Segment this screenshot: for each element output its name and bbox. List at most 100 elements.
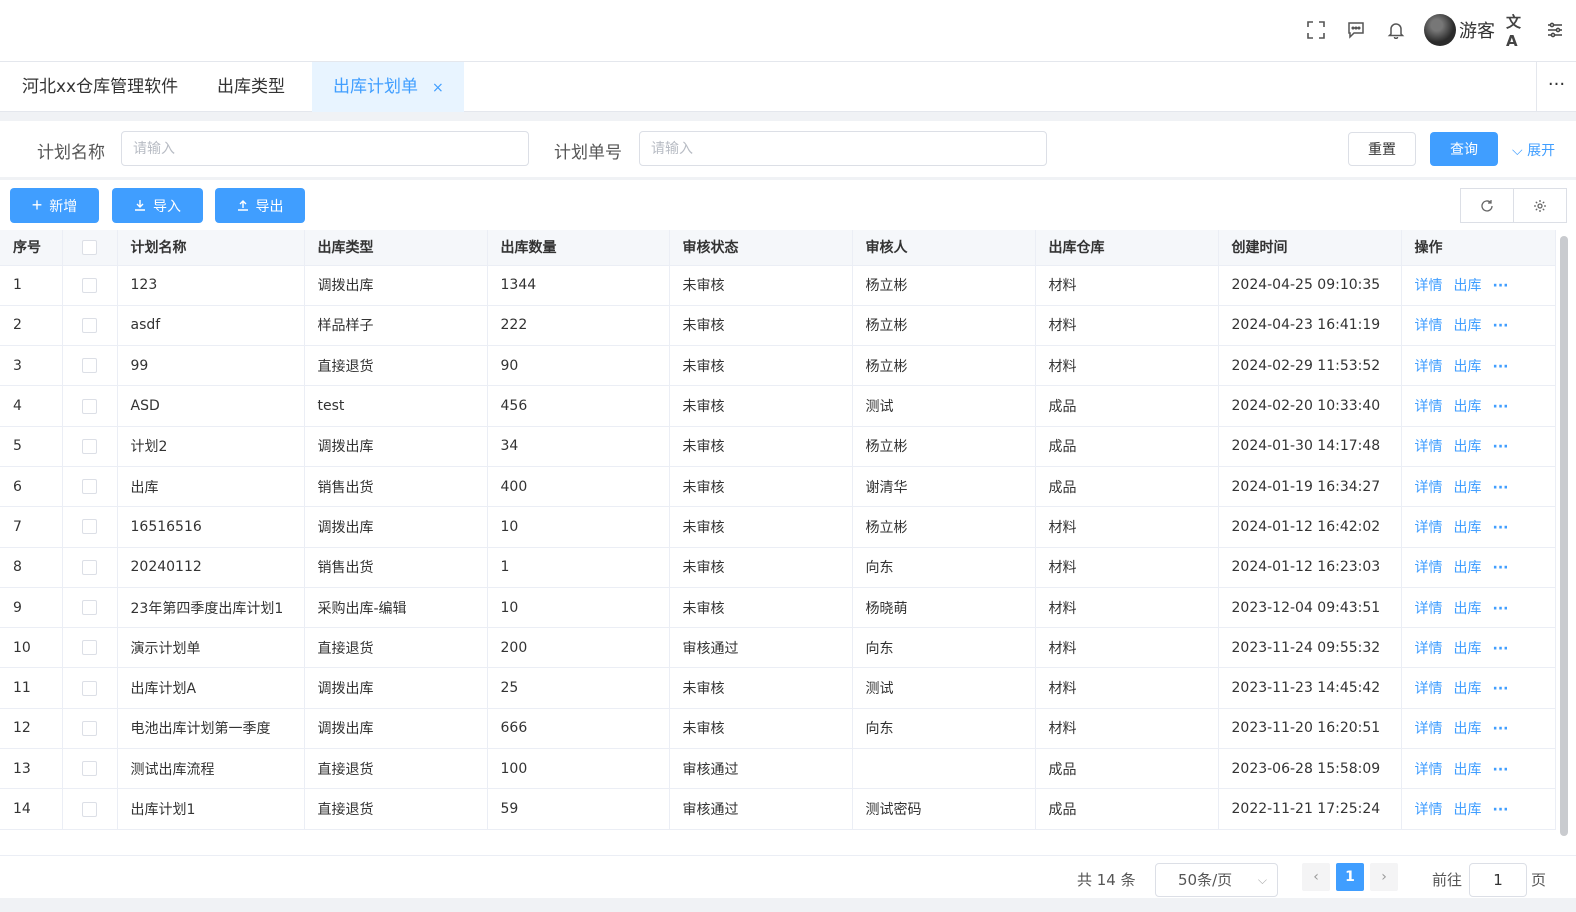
status-cell: 未审核: [669, 547, 853, 588]
select-all-checkbox[interactable]: [62, 230, 118, 266]
outbound-link[interactable]: 出库: [1454, 480, 1482, 496]
plan-name-cell: 出库计划1: [117, 788, 305, 830]
outbound-link[interactable]: 出库: [1454, 641, 1482, 657]
goto-page-input[interactable]: [1469, 863, 1527, 897]
table-row: 7 16516516 调拨出库 10 未审核 杨立彬 材料 2024-01-12 16:42:…: [0, 506, 1556, 548]
next-page-button[interactable]: ›: [1370, 863, 1398, 891]
outbound-link[interactable]: 出库: [1454, 359, 1482, 375]
close-icon[interactable]: ×: [432, 80, 444, 96]
more-actions-icon[interactable]: ···: [1493, 359, 1509, 375]
detail-link[interactable]: 详情: [1415, 439, 1443, 455]
page-size-select[interactable]: 50条/页 ⌵: [1155, 863, 1278, 897]
more-actions-icon[interactable]: ···: [1493, 480, 1509, 496]
tab-outbound-type[interactable]: 出库类型: [217, 62, 285, 112]
detail-link[interactable]: 详情: [1415, 721, 1443, 737]
more-actions-icon[interactable]: ···: [1493, 520, 1509, 536]
row-checkbox[interactable]: [62, 547, 118, 588]
detail-link[interactable]: 详情: [1415, 318, 1443, 334]
more-actions-icon[interactable]: ···: [1493, 318, 1509, 334]
plan-name-cell: 测试出库流程: [117, 748, 305, 790]
more-actions-icon[interactable]: ···: [1493, 399, 1509, 415]
row-checkbox[interactable]: [62, 265, 118, 306]
outbound-link[interactable]: 出库: [1454, 681, 1482, 697]
row-checkbox[interactable]: [62, 748, 118, 790]
page-number[interactable]: 1: [1336, 863, 1364, 891]
detail-link[interactable]: 详情: [1415, 359, 1443, 375]
type-cell: 销售出货: [304, 547, 488, 588]
row-checkbox[interactable]: [62, 305, 118, 347]
vertical-scrollbar[interactable]: [1560, 236, 1568, 836]
prev-page-button[interactable]: ‹: [1302, 863, 1330, 891]
plan-no-input[interactable]: [639, 131, 1047, 166]
type-cell: 直接退货: [304, 748, 488, 790]
more-actions-icon[interactable]: ···: [1493, 681, 1509, 697]
settings-sliders-icon[interactable]: [1542, 17, 1568, 43]
more-actions-icon[interactable]: ···: [1493, 439, 1509, 455]
detail-link[interactable]: 详情: [1415, 601, 1443, 617]
outbound-link[interactable]: 出库: [1454, 721, 1482, 737]
outbound-link[interactable]: 出库: [1454, 439, 1482, 455]
detail-link[interactable]: 详情: [1415, 681, 1443, 697]
detail-link[interactable]: 详情: [1415, 520, 1443, 536]
outbound-link[interactable]: 出库: [1454, 802, 1482, 818]
reviewer-cell: 向东: [852, 547, 1036, 588]
qty-cell: 25: [487, 667, 670, 709]
fullscreen-icon[interactable]: [1303, 17, 1329, 43]
row-checkbox[interactable]: [62, 345, 118, 387]
row-checkbox[interactable]: [62, 627, 118, 669]
gear-icon[interactable]: [1513, 188, 1567, 223]
outbound-link[interactable]: 出库: [1454, 560, 1482, 576]
avatar[interactable]: [1424, 14, 1456, 46]
outbound-link[interactable]: 出库: [1454, 762, 1482, 778]
col-header-status: 审核状态: [669, 230, 853, 266]
row-checkbox[interactable]: [62, 466, 118, 508]
detail-link[interactable]: 详情: [1415, 641, 1443, 657]
more-actions-icon[interactable]: ···: [1493, 802, 1509, 818]
outbound-link[interactable]: 出库: [1454, 278, 1482, 294]
detail-link[interactable]: 详情: [1415, 480, 1443, 496]
row-checkbox[interactable]: [62, 708, 118, 750]
refresh-icon[interactable]: [1460, 188, 1514, 223]
bell-icon[interactable]: [1383, 17, 1409, 43]
more-actions-icon[interactable]: ···: [1493, 560, 1509, 576]
outbound-link[interactable]: 出库: [1454, 318, 1482, 334]
username[interactable]: 游客: [1459, 17, 1495, 43]
detail-link[interactable]: 详情: [1415, 278, 1443, 294]
row-checkbox[interactable]: [62, 506, 118, 548]
plan-name-cell: 16516516: [117, 506, 305, 548]
detail-link[interactable]: 详情: [1415, 560, 1443, 576]
more-actions-icon[interactable]: ···: [1493, 721, 1509, 737]
col-header-plan-name: 计划名称: [117, 230, 305, 266]
add-button[interactable]: + 新增: [10, 188, 99, 223]
plan-name-input[interactable]: [121, 131, 529, 166]
more-actions-icon[interactable]: ···: [1493, 278, 1509, 294]
more-actions-icon[interactable]: ···: [1493, 641, 1509, 657]
more-icon[interactable]: ···: [1536, 62, 1576, 112]
row-checkbox[interactable]: [62, 788, 118, 830]
row-checkbox[interactable]: [62, 426, 118, 467]
row-checkbox[interactable]: [62, 667, 118, 709]
outbound-link[interactable]: 出库: [1454, 520, 1482, 536]
reset-button[interactable]: 重置: [1348, 132, 1416, 166]
reviewer-cell: 杨立彬: [852, 426, 1036, 467]
row-checkbox[interactable]: [62, 587, 118, 629]
detail-link[interactable]: 详情: [1415, 762, 1443, 778]
message-icon[interactable]: [1343, 17, 1369, 43]
row-checkbox[interactable]: [62, 385, 118, 427]
detail-link[interactable]: 详情: [1415, 802, 1443, 818]
translate-icon[interactable]: 文A: [1506, 13, 1532, 50]
export-button[interactable]: 导出: [215, 188, 305, 223]
detail-link[interactable]: 详情: [1415, 399, 1443, 415]
import-button[interactable]: 导入: [112, 188, 203, 223]
query-button[interactable]: 查询: [1430, 132, 1498, 166]
warehouse-cell: 材料: [1035, 667, 1219, 709]
outbound-link[interactable]: 出库: [1454, 601, 1482, 617]
tab-home[interactable]: 河北xx仓库管理软件: [22, 62, 178, 112]
expand-button[interactable]: ⌵ 展开: [1512, 140, 1555, 160]
outbound-link[interactable]: 出库: [1454, 399, 1482, 415]
table-row: 14 出库计划1 直接退货 59 审核通过 测试密码 成品 2022-11-21 17:25:…: [0, 788, 1556, 830]
tab-outbound-plan[interactable]: 出库计划单 ×: [312, 62, 464, 112]
more-actions-icon[interactable]: ···: [1493, 601, 1509, 617]
warehouse-cell: 材料: [1035, 627, 1219, 669]
more-actions-icon[interactable]: ···: [1493, 762, 1509, 778]
